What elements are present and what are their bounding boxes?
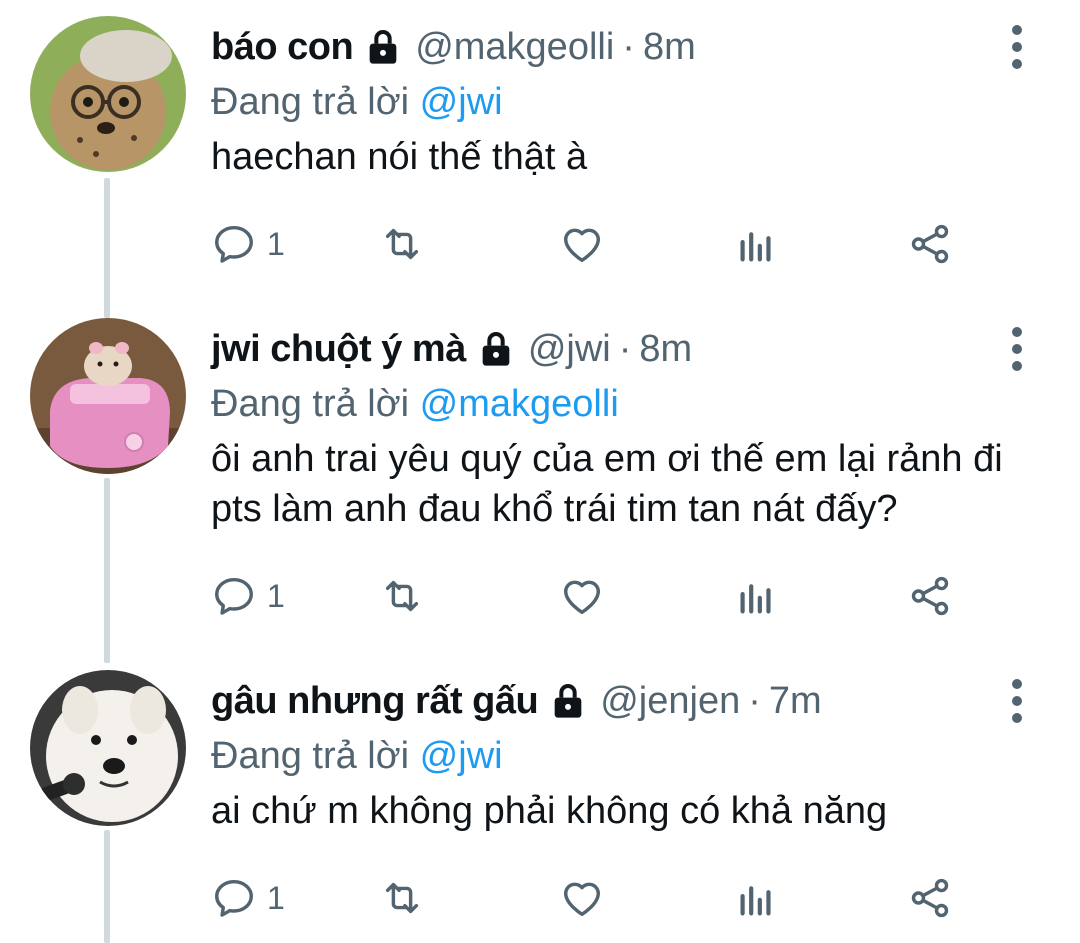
share-button[interactable] [907,868,953,928]
like-icon [563,580,601,615]
avatar-image [30,670,186,826]
replying-to-label: Đang trả lời [211,735,410,777]
retweet-icon [385,580,419,612]
action-bar: 1 [211,868,971,928]
display-name[interactable]: jwi chuột ý mà [211,328,466,371]
replying-to: Đang trả lời @makgeolli [211,378,1031,430]
views-icon [740,232,771,262]
reply-button[interactable]: 1 [211,566,285,626]
replying-to: Đang trả lời @jwi [211,730,1031,782]
retweet-button[interactable] [379,566,425,626]
views-button[interactable] [733,566,779,626]
lock-icon [482,332,510,366]
user-handle[interactable]: @makgeolli [415,26,614,69]
reply-button[interactable]: 1 [211,214,285,274]
avatar-image [30,318,186,474]
more-vertical-icon[interactable] [1003,22,1031,72]
replying-to-label: Đang trả lời [211,81,410,123]
views-button[interactable] [733,868,779,928]
share-icon [911,576,949,616]
reply-count: 1 [267,879,285,916]
reply-button[interactable]: 1 [211,868,285,928]
retweet-icon [385,882,419,914]
timestamp[interactable]: 8m [639,328,692,371]
like-button[interactable] [559,566,605,626]
tweet-text: haechan nói thế thật à [211,136,588,178]
display-name[interactable]: gâu nhưng rất gấu [211,680,539,723]
avatar-image [30,16,186,172]
like-button[interactable] [559,868,605,928]
reply-icon [215,225,253,263]
action-bar: 1 [211,214,971,274]
share-button[interactable] [907,566,953,626]
retweet-icon [385,228,419,260]
tweet[interactable]: báo con @makgeolli · 8m Đang trả lời @jw… [0,0,1080,320]
views-icon [740,886,771,916]
avatar[interactable] [30,16,186,172]
retweet-button[interactable] [379,214,425,274]
replying-to-mention[interactable]: @jwi [420,81,503,123]
separator-dot: · [622,25,635,68]
lock-icon [554,684,582,718]
retweet-button[interactable] [379,868,425,928]
lock-icon [369,30,397,64]
display-name[interactable]: báo con [211,26,354,69]
avatar[interactable] [30,670,186,826]
action-bar: 1 [211,566,971,626]
timestamp[interactable]: 8m [643,26,696,69]
replying-to: Đang trả lời @jwi [211,76,1031,128]
more-vertical-icon[interactable] [1003,676,1031,726]
reply-count: 1 [267,225,285,262]
reply-count: 1 [267,577,285,614]
share-icon [911,224,949,264]
replying-to-mention[interactable]: @makgeolli [420,383,619,425]
tweet[interactable]: jwi chuột ý mà @jwi · 8m Đang trả lời @m… [0,302,1080,662]
separator-dot: · [618,327,632,370]
like-button[interactable] [559,214,605,274]
user-handle[interactable]: @jenjen [600,680,740,723]
avatar[interactable] [30,318,186,474]
tweet-text: ai chứ m không phải không có khả năng [211,790,888,832]
views-button[interactable] [733,214,779,274]
share-icon [911,878,949,918]
tweet-text: ôi anh trai yêu quý của em ơi thế em lại… [211,438,1003,530]
reply-icon [215,577,253,615]
reply-icon [215,879,253,917]
like-icon [563,228,601,263]
user-handle[interactable]: @jwi [528,328,611,371]
separator-dot: · [748,679,761,722]
like-icon [563,882,601,917]
share-button[interactable] [907,214,953,274]
tweet[interactable]: gâu nhưng rất gấu @jenjen · 7m Đang trả … [0,654,1080,943]
replying-to-mention[interactable]: @jwi [420,735,503,777]
timestamp[interactable]: 7m [769,680,822,723]
replying-to-label: Đang trả lời [211,383,410,425]
views-icon [740,584,771,614]
more-vertical-icon[interactable] [1003,324,1031,374]
